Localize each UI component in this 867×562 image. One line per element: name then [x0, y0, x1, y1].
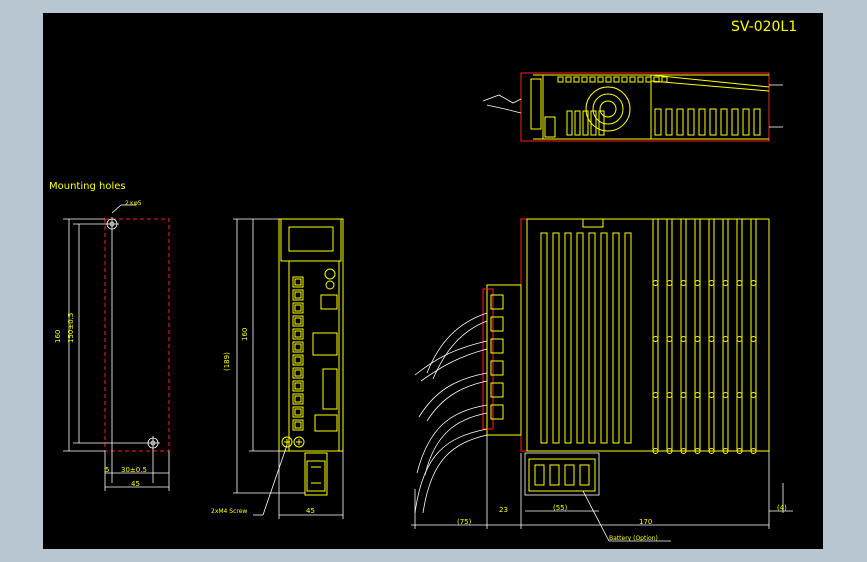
dim-45-front: 45	[306, 507, 315, 515]
mounting-label: Mounting holes	[49, 181, 126, 192]
battery-label: Battery (Option)	[609, 535, 658, 542]
dim-55: (55)	[553, 504, 568, 512]
cad-drawing-area: SV-020L1 Mounting holes 2×φ5 160 150±0.5…	[43, 13, 823, 549]
dim-30: 30±0.5	[121, 466, 147, 474]
dim-150: 150±0.5	[67, 313, 75, 343]
dim-45-holes: 45	[131, 480, 140, 488]
cad-drawing: SV-020L1 Mounting holes 2×φ5 160 150±0.5…	[49, 19, 797, 542]
screw-label: 2xM4 Screw	[211, 508, 247, 515]
side-view: (75) 23 (55) 170 (4) Battery (Option)	[411, 218, 793, 542]
dim-5: 5	[105, 466, 109, 474]
dim-23: 23	[499, 506, 508, 514]
dim-160-front: 160	[241, 328, 249, 341]
mounting-holes-view: Mounting holes 2×φ5 160 150±0.5 5 30±0.5…	[49, 181, 170, 491]
front-view: (189) 160 2xM4 Screw 45	[211, 218, 344, 519]
hole-dim: 2×φ5	[125, 200, 142, 207]
dim-170: 170	[639, 518, 652, 526]
dim-189: (189)	[223, 352, 231, 371]
dim-75: (75)	[457, 518, 472, 526]
dim-4: (4)	[777, 504, 787, 512]
top-view	[482, 72, 783, 142]
dim-160: 160	[54, 330, 62, 343]
drawing-title: SV-020L1	[731, 19, 797, 35]
